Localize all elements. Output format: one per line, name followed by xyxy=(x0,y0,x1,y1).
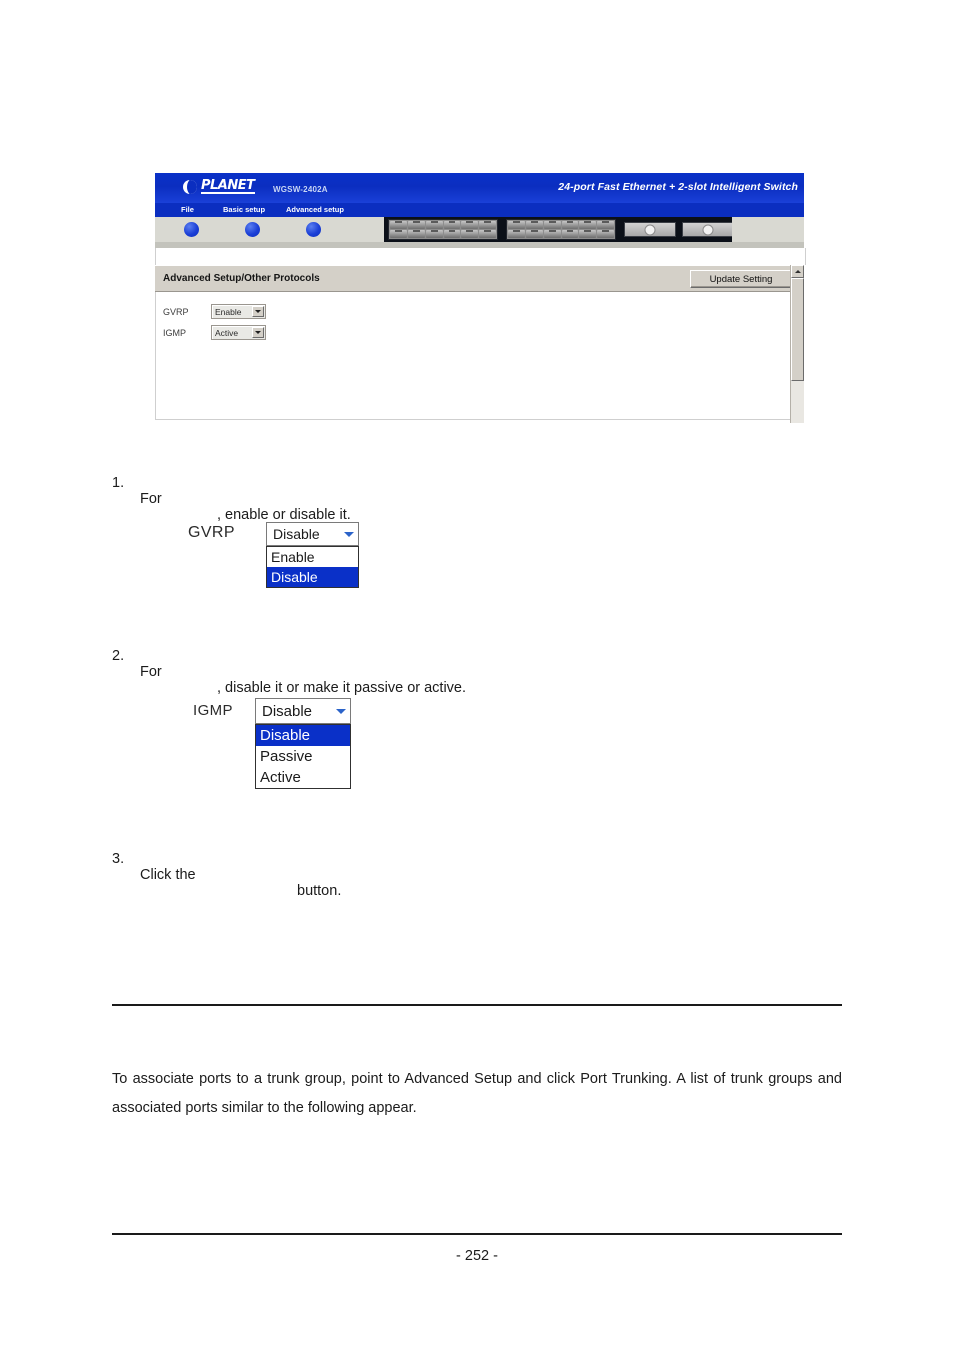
window-content-gap xyxy=(155,248,806,265)
page-number: - 252 - xyxy=(456,1248,498,1264)
device-model: WGSW-2402A xyxy=(273,185,328,194)
rj45-port xyxy=(525,230,543,238)
update-setting-button[interactable]: Update Setting xyxy=(690,270,792,288)
form-row-igmp: IGMP Active xyxy=(163,325,266,340)
igmp-option-disable[interactable]: Disable xyxy=(256,725,350,746)
rj45-port xyxy=(543,230,561,238)
igmp-combobox-value: Disable xyxy=(262,702,313,720)
led-indicator-file xyxy=(184,222,199,237)
rj45-port-block-2 xyxy=(506,219,616,240)
igmp-combobox[interactable]: Disable xyxy=(255,698,351,724)
igmp-option-passive[interactable]: Passive xyxy=(256,746,350,767)
form-row-gvrp: GVRP Enable xyxy=(163,304,266,319)
slot-connector-icon xyxy=(702,224,714,235)
rj45-port xyxy=(579,221,597,229)
banner-right-fill xyxy=(732,203,804,217)
gvrp-select-value: Enable xyxy=(215,306,242,317)
chevron-down-icon[interactable] xyxy=(339,523,358,545)
panel-header: Advanced Setup/Other Protocols Update Se… xyxy=(155,265,804,292)
section-divider-top xyxy=(112,1004,842,1006)
gvrp-combobox[interactable]: Disable xyxy=(266,522,359,546)
planet-logo: PLANET xyxy=(183,179,255,194)
rj45-port xyxy=(561,221,579,229)
switch-management-window: PLANET WGSW-2402A 24-port Fast Ethernet … xyxy=(152,170,806,423)
rj45-port xyxy=(390,221,407,229)
igmp-label: IGMP xyxy=(163,327,187,338)
scrollbar-thumb[interactable] xyxy=(791,278,804,381)
step-3-rest: button. xyxy=(297,883,342,899)
slot-connector-icon xyxy=(644,224,656,235)
rj45-port xyxy=(407,230,425,238)
rj45-port xyxy=(508,230,525,238)
rj45-port xyxy=(425,230,443,238)
rj45-port xyxy=(543,221,561,229)
rj45-port xyxy=(407,221,425,229)
chevron-down-icon[interactable] xyxy=(252,306,264,317)
app-screenshot-figure: PLANET WGSW-2402A 24-port Fast Ethernet … xyxy=(152,170,806,423)
front-panel-right-fill xyxy=(732,217,804,242)
igmp-dropdown-figure: IGMP Disable Disable Passive Active xyxy=(193,698,393,790)
rj45-port xyxy=(579,230,597,238)
step-3: 3. Click the button. xyxy=(112,835,341,899)
step-2-number: 2. xyxy=(112,648,125,664)
led-indicator-basic xyxy=(245,222,260,237)
step-2-rest: , disable it or make it passive or activ… xyxy=(217,680,467,696)
rj45-port xyxy=(479,221,496,229)
gvrp-label: GVRP xyxy=(163,306,189,317)
chevron-down-icon[interactable] xyxy=(331,699,350,723)
step-2: 2. For , disable it or make it passive o… xyxy=(112,632,466,696)
body-paragraph: To associate ports to a trunk group, poi… xyxy=(112,1070,842,1116)
rj45-port xyxy=(508,221,525,229)
expansion-slot-module-2 xyxy=(682,222,734,237)
rj45-port xyxy=(479,230,496,238)
rj45-port xyxy=(425,221,443,229)
gvrp-figure-label: GVRP xyxy=(188,524,235,541)
igmp-option-list[interactable]: Disable Passive Active xyxy=(255,724,351,789)
rj45-port xyxy=(597,230,614,238)
device-port-panel xyxy=(384,217,734,242)
step-3-lead: Click the xyxy=(140,867,196,883)
rj45-port xyxy=(461,230,479,238)
gvrp-option-enable[interactable]: Enable xyxy=(267,547,358,567)
crescent-moon-icon xyxy=(183,179,197,194)
igmp-option-active[interactable]: Active xyxy=(256,767,350,788)
igmp-select-value: Active xyxy=(215,327,239,338)
menu-strip: File Basic setup Advanced setup xyxy=(155,203,804,217)
igmp-figure-label: IGMP xyxy=(193,702,233,719)
device-banner: PLANET WGSW-2402A 24-port Fast Ethernet … xyxy=(155,173,804,203)
step-3-number: 3. xyxy=(112,851,125,867)
panel-body: GVRP Enable IGMP Active xyxy=(155,292,804,420)
gvrp-dropdown-figure: GVRP Disable Enable Disable xyxy=(188,522,368,594)
step-1: 1. For , enable or disable it. xyxy=(112,459,351,523)
section-divider-bottom xyxy=(112,1233,842,1235)
led-indicator-advanced xyxy=(306,222,321,237)
menu-item-basic-setup[interactable]: Basic setup xyxy=(223,205,265,214)
gvrp-select[interactable]: Enable xyxy=(211,304,266,319)
igmp-select[interactable]: Active xyxy=(211,325,266,340)
device-tagline: 24-port Fast Ethernet + 2-slot Intellige… xyxy=(558,181,798,193)
rj45-port xyxy=(561,230,579,238)
chevron-down-icon[interactable] xyxy=(252,327,264,338)
step-1-rest: , enable or disable it. xyxy=(217,507,351,523)
rj45-port xyxy=(390,230,407,238)
gvrp-option-disable[interactable]: Disable xyxy=(267,567,358,587)
rj45-port xyxy=(443,221,461,229)
rj45-port xyxy=(597,221,614,229)
step-2-lead: For xyxy=(140,664,162,680)
step-1-number: 1. xyxy=(112,475,125,491)
menu-item-file[interactable]: File xyxy=(181,205,194,214)
rj45-port xyxy=(443,230,461,238)
rj45-port xyxy=(525,221,543,229)
menu-item-advanced-setup[interactable]: Advanced setup xyxy=(286,205,344,214)
expansion-slot-module-1 xyxy=(624,222,676,237)
rj45-port-block-1 xyxy=(388,219,498,240)
gvrp-option-list[interactable]: Enable Disable xyxy=(266,546,359,588)
step-1-lead: For xyxy=(140,491,162,507)
scrollbar-up-arrow-icon[interactable] xyxy=(791,265,804,278)
brand-name: PLANET xyxy=(201,178,255,194)
window-vertical-scrollbar[interactable] xyxy=(790,265,804,423)
gvrp-combobox-value: Disable xyxy=(273,526,320,542)
panel-title: Advanced Setup/Other Protocols xyxy=(163,273,320,284)
rj45-port xyxy=(461,221,479,229)
